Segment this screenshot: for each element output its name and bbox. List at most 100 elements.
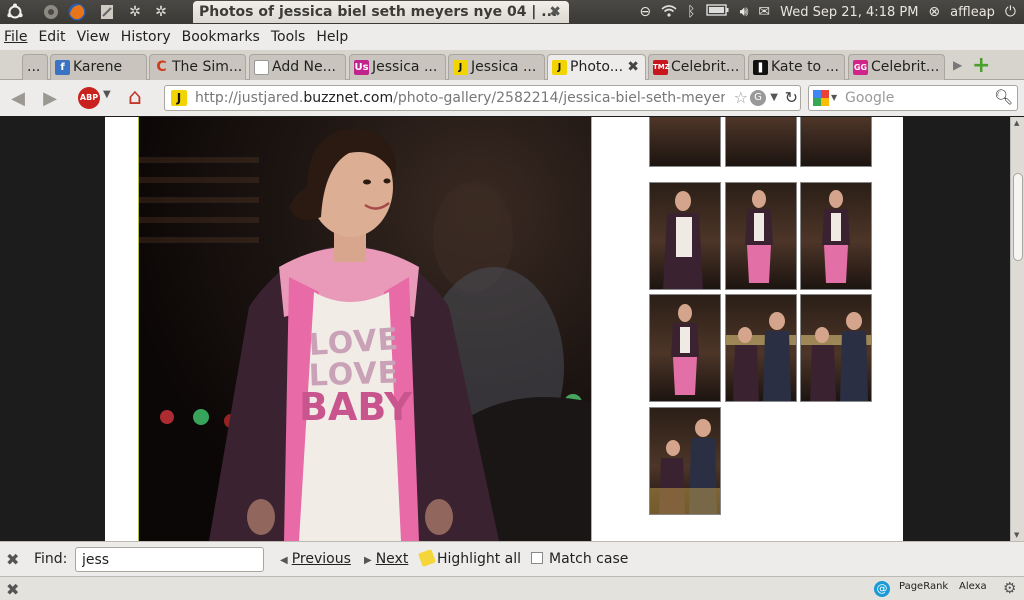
bookmark-star-icon[interactable]: ☆: [734, 88, 748, 107]
tab-karene[interactable]: f Karene: [50, 54, 147, 80]
tab-jessica-us[interactable]: Us Jessica ...: [349, 54, 446, 80]
thumb-figure: [745, 190, 773, 283]
thumbnail-image[interactable]: [725, 182, 797, 290]
page-scrollbar[interactable]: ▲ ▼: [1010, 117, 1024, 541]
user-status-icon[interactable]: ⊗: [928, 4, 940, 20]
pagerank-label[interactable]: PageRank: [899, 581, 948, 592]
thumbnail-image[interactable]: [725, 117, 797, 167]
find-close-icon[interactable]: ✖: [6, 550, 19, 569]
url-text[interactable]: http://justjared.buzznet.com/photo-galle…: [195, 90, 725, 106]
shirt-print: LOVE LOVE BABY: [299, 322, 412, 429]
user-name[interactable]: affleap: [950, 5, 995, 20]
navigation-toolbar: ◀ ▶ ABP ▼ ⌂ J http://justjared.buzznet.c…: [0, 80, 1024, 116]
menu-bookmarks[interactable]: Bookmarks: [182, 29, 260, 45]
tab-label: Add Ne...: [272, 59, 336, 75]
match-case-label: Match case: [549, 551, 629, 567]
tab-kate[interactable]: ❚ Kate to ...: [748, 54, 845, 80]
menu-file[interactable]: File: [4, 29, 27, 45]
search-bar[interactable]: ▼ Google 🔍︎: [808, 85, 1018, 111]
tab-celebrity-gg[interactable]: GG Celebrit...: [848, 54, 945, 80]
menu-file-label: File: [4, 29, 28, 45]
tab-scroll-right-icon[interactable]: ▶: [953, 58, 962, 72]
thumbnail-image[interactable]: [800, 182, 872, 290]
url-bar[interactable]: J http://justjared.buzznet.com/photo-gal…: [164, 85, 801, 111]
thumbnail-image[interactable]: [649, 294, 721, 402]
tab-photo-active[interactable]: J Photo... ✖: [547, 54, 646, 81]
system-settings-icon[interactable]: [40, 1, 62, 23]
tab-overflow[interactable]: ...: [22, 54, 48, 80]
status-close-icon[interactable]: ✖: [6, 580, 19, 599]
match-case-checkbox[interactable]: Match case: [531, 551, 628, 567]
find-previous-button[interactable]: ◀ Previous: [280, 551, 351, 567]
scroll-down-icon[interactable]: ▼: [1014, 531, 1019, 539]
tab-jessica-jj[interactable]: J Jessica ...: [448, 54, 545, 80]
search-engine-dropdown-icon[interactable]: ▼: [831, 93, 837, 102]
adblock-plus-icon[interactable]: ABP: [78, 87, 100, 109]
battery-icon[interactable]: [705, 4, 730, 20]
tab-the-sims[interactable]: C The Sim...: [149, 54, 246, 80]
text-editor-launcher-icon[interactable]: [96, 1, 118, 23]
find-next-label: Next: [375, 551, 409, 567]
thumbnail-image[interactable]: [800, 294, 872, 402]
find-next-button[interactable]: ▶ Next: [364, 551, 408, 567]
adblock-dropdown-icon[interactable]: ▼: [103, 89, 111, 100]
tab-close-icon[interactable]: ✖: [627, 55, 639, 79]
tmz-favicon-icon: TMZ: [653, 60, 670, 75]
ubuntu-logo-icon[interactable]: [4, 1, 26, 23]
url-prefix: http://justjared.: [195, 90, 304, 106]
menu-edit[interactable]: Edit: [38, 29, 65, 45]
tab-celebrity-tmz[interactable]: TMZ Celebrit...: [648, 54, 745, 80]
new-tab-plus-icon[interactable]: +: [972, 53, 990, 78]
site-identity-icon[interactable]: J: [171, 90, 187, 106]
highlighter-icon: [418, 549, 436, 567]
tab-label: Jessica ...: [471, 59, 537, 75]
find-bar: ✖ Find: ◀Previous ▶Next Highlight all Ma…: [0, 541, 1024, 576]
menu-view[interactable]: View: [77, 29, 110, 45]
thumbnail-image[interactable]: [800, 117, 872, 167]
tab-favicon-icon: ❚: [753, 60, 768, 75]
firefox-launcher-icon[interactable]: [66, 1, 88, 23]
search-magnifier-icon[interactable]: 🔍︎: [994, 88, 1013, 106]
window-close-icon[interactable]: ✖: [549, 1, 561, 23]
highlight-all-button[interactable]: Highlight all: [418, 549, 521, 567]
reload-icon[interactable]: ↻: [785, 88, 798, 107]
at-sign-icon[interactable]: @: [874, 581, 890, 597]
scrollbar-thumb[interactable]: [1013, 173, 1023, 261]
search-input[interactable]: Google: [845, 90, 894, 106]
forward-arrow-icon[interactable]: ▶: [38, 86, 62, 110]
menu-tools[interactable]: Tools: [271, 29, 306, 45]
find-previous-label: Previous: [291, 551, 351, 567]
back-arrow-icon[interactable]: ◀: [6, 86, 30, 110]
volume-icon[interactable]: 🔊︎: [740, 4, 749, 20]
gear-icon[interactable]: ⚙: [1003, 579, 1016, 597]
facebook-favicon-icon: f: [55, 60, 70, 75]
url-history-dropdown-icon[interactable]: ▼: [770, 92, 778, 103]
menu-help[interactable]: Help: [316, 29, 348, 45]
google-engine-icon[interactable]: [813, 90, 829, 106]
session-power-icon[interactable]: ⏻: [1005, 4, 1016, 20]
shuffle-launcher-icon[interactable]: ✲: [150, 1, 172, 23]
main-gallery-photo[interactable]: LOVE LOVE BABY: [138, 117, 592, 541]
wifi-icon[interactable]: [661, 4, 677, 21]
thumbnail-image[interactable]: [725, 294, 797, 402]
find-label: Find:: [34, 551, 68, 567]
clock-datetime[interactable]: Wed Sep 21, 4:18 PM: [780, 5, 918, 20]
find-input[interactable]: [75, 547, 264, 572]
gg-favicon-icon: GG: [853, 60, 868, 75]
home-icon[interactable]: ⌂: [128, 85, 142, 110]
puzzle-launcher-icon[interactable]: ✲: [124, 1, 146, 23]
tab-add-new[interactable]: Add Ne...: [249, 54, 346, 80]
menu-history[interactable]: History: [121, 29, 171, 45]
thumbnail-image[interactable]: [649, 182, 721, 290]
shirt-line-3: BABY: [299, 385, 412, 429]
thumbnail-image[interactable]: [649, 117, 721, 167]
mail-icon[interactable]: ✉: [758, 4, 770, 20]
scroll-up-icon[interactable]: ▲: [1014, 119, 1019, 127]
thumbnail-image[interactable]: [649, 407, 721, 515]
bluetooth-icon[interactable]: ᛒ: [687, 4, 695, 20]
power-off-icon[interactable]: ⊖: [639, 4, 651, 20]
alexa-label[interactable]: Alexa: [959, 581, 987, 592]
thumb-figure: [726, 312, 796, 401]
pagerank-g-icon[interactable]: G: [750, 90, 766, 106]
gallery-page: LOVE LOVE BABY: [105, 117, 903, 541]
